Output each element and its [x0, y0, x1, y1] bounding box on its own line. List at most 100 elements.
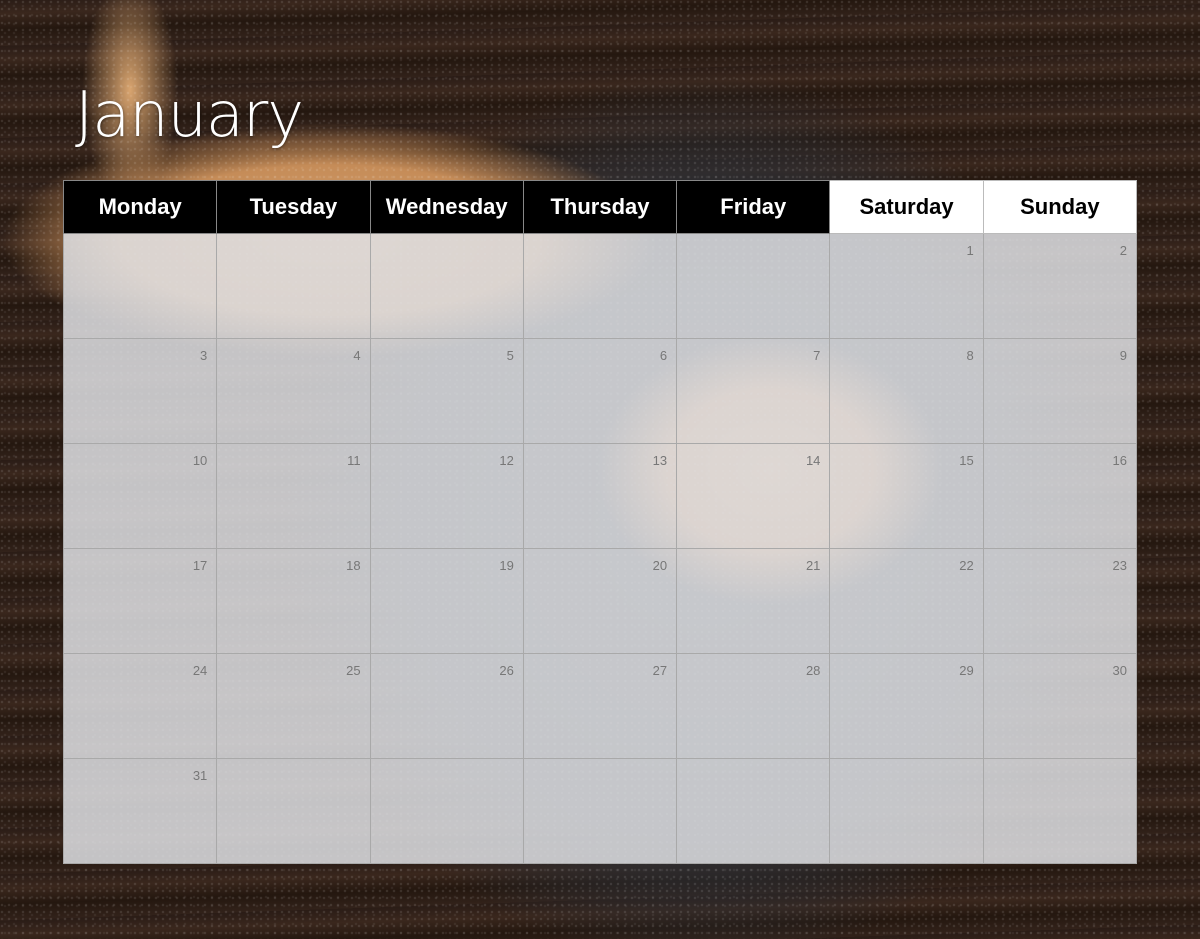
day-number: 22 [959, 558, 974, 573]
day-number: 11 [347, 453, 361, 468]
weekday-header-wednesday: Wednesday [369, 180, 524, 234]
day-number [974, 765, 983, 774]
day-number: 14 [805, 453, 821, 468]
day-cell[interactable]: 25 [216, 653, 371, 759]
day-cell[interactable]: 10 [62, 443, 218, 549]
day-cell[interactable]: 31 [62, 758, 218, 864]
week-row: 10 11 12 13 14 15 16 [62, 443, 1138, 549]
day-number: 1 [966, 243, 974, 258]
day-number [820, 765, 829, 774]
week-row: 24 25 26 27 28 29 30 [62, 653, 1138, 759]
day-cell[interactable]: 2 [982, 233, 1138, 339]
week-row: 12 [62, 233, 1138, 339]
day-cell[interactable]: 20 [522, 548, 678, 654]
day-cell[interactable]: 15 [829, 443, 984, 549]
day-number [667, 240, 676, 249]
day-number: 7 [813, 348, 821, 363]
week-row: 31 [62, 758, 1138, 864]
day-cell[interactable]: 19 [369, 548, 524, 654]
day-number: 20 [652, 558, 668, 573]
empty-day-cell[interactable] [62, 233, 218, 339]
weekday-header-monday: Monday [62, 180, 218, 234]
day-cell[interactable]: 18 [216, 548, 371, 654]
day-number: 18 [346, 558, 361, 573]
day-cell[interactable]: 8 [829, 338, 984, 444]
day-cell[interactable]: 23 [982, 548, 1138, 654]
day-cell[interactable]: 21 [676, 548, 831, 654]
day-number: 19 [499, 558, 514, 573]
day-number: 6 [659, 348, 668, 363]
empty-day-cell[interactable] [522, 758, 678, 864]
day-cell[interactable]: 17 [62, 548, 218, 654]
day-number: 30 [1112, 663, 1127, 678]
day-cell[interactable]: 28 [676, 653, 831, 759]
day-number: 4 [353, 348, 361, 363]
day-number: 5 [506, 348, 514, 363]
empty-day-cell[interactable] [369, 233, 524, 339]
day-number: 16 [1112, 453, 1127, 468]
day-number: 3 [200, 348, 208, 363]
day-cell[interactable]: 1 [829, 233, 984, 339]
empty-day-cell[interactable] [522, 233, 678, 339]
day-number: 17 [192, 558, 208, 573]
day-cell[interactable]: 7 [676, 338, 831, 444]
day-number: 29 [959, 663, 974, 678]
day-number: 12 [499, 453, 514, 468]
day-cell[interactable]: 14 [676, 443, 831, 549]
day-number [207, 240, 216, 249]
day-number: 13 [652, 453, 668, 468]
day-cell[interactable]: 27 [522, 653, 678, 759]
day-cell[interactable]: 11 [216, 443, 371, 549]
weekday-header-friday: Friday [676, 180, 831, 234]
day-number: 31 [192, 768, 208, 783]
calendar-grid: Monday Tuesday Wednesday Thursday Friday… [62, 180, 1138, 864]
weekday-header-thursday: Thursday [522, 180, 678, 234]
day-cell[interactable]: 4 [216, 338, 371, 444]
month-title: January [75, 78, 304, 151]
day-number: 24 [192, 663, 208, 678]
day-number [514, 240, 523, 249]
week-row: 3 4 5 6 7 8 9 [62, 338, 1138, 444]
day-cell[interactable]: 3 [62, 338, 218, 444]
day-number: 25 [346, 663, 361, 678]
weekday-header-row: Monday Tuesday Wednesday Thursday Friday… [62, 180, 1138, 234]
day-number: 8 [966, 348, 974, 363]
day-cell[interactable]: 26 [369, 653, 524, 759]
day-number: 2 [1119, 243, 1127, 258]
day-number: 26 [499, 663, 514, 678]
weekday-header-tuesday: Tuesday [216, 180, 371, 234]
day-number [361, 765, 370, 774]
day-cell[interactable]: 12 [369, 443, 524, 549]
day-number: 28 [805, 663, 821, 678]
day-cell[interactable]: 24 [62, 653, 218, 759]
day-cell[interactable]: 13 [522, 443, 678, 549]
day-cell[interactable]: 30 [982, 653, 1138, 759]
weekday-header-saturday: Saturday [829, 180, 984, 234]
week-row: 17 18 19 20 21 22 23 [62, 548, 1138, 654]
empty-day-cell[interactable] [829, 758, 984, 864]
weekday-header-sunday: Sunday [982, 180, 1138, 234]
day-number: 15 [959, 453, 974, 468]
day-number: 21 [805, 558, 821, 573]
day-cell[interactable]: 16 [982, 443, 1138, 549]
day-number: 10 [192, 453, 208, 468]
day-number [667, 765, 676, 774]
day-number [514, 765, 523, 774]
empty-day-cell[interactable] [982, 758, 1138, 864]
day-number [361, 240, 370, 249]
day-cell[interactable]: 29 [829, 653, 984, 759]
empty-day-cell[interactable] [216, 758, 371, 864]
empty-day-cell[interactable] [676, 233, 831, 339]
day-number [1127, 765, 1136, 774]
day-number: 9 [1119, 348, 1127, 363]
day-cell[interactable]: 6 [522, 338, 678, 444]
empty-day-cell[interactable] [216, 233, 371, 339]
day-number [820, 240, 829, 249]
day-cell[interactable]: 22 [829, 548, 984, 654]
day-number: 27 [652, 663, 668, 678]
day-number: 23 [1112, 558, 1127, 573]
day-cell[interactable]: 5 [369, 338, 524, 444]
empty-day-cell[interactable] [676, 758, 831, 864]
day-cell[interactable]: 9 [982, 338, 1138, 444]
empty-day-cell[interactable] [369, 758, 524, 864]
